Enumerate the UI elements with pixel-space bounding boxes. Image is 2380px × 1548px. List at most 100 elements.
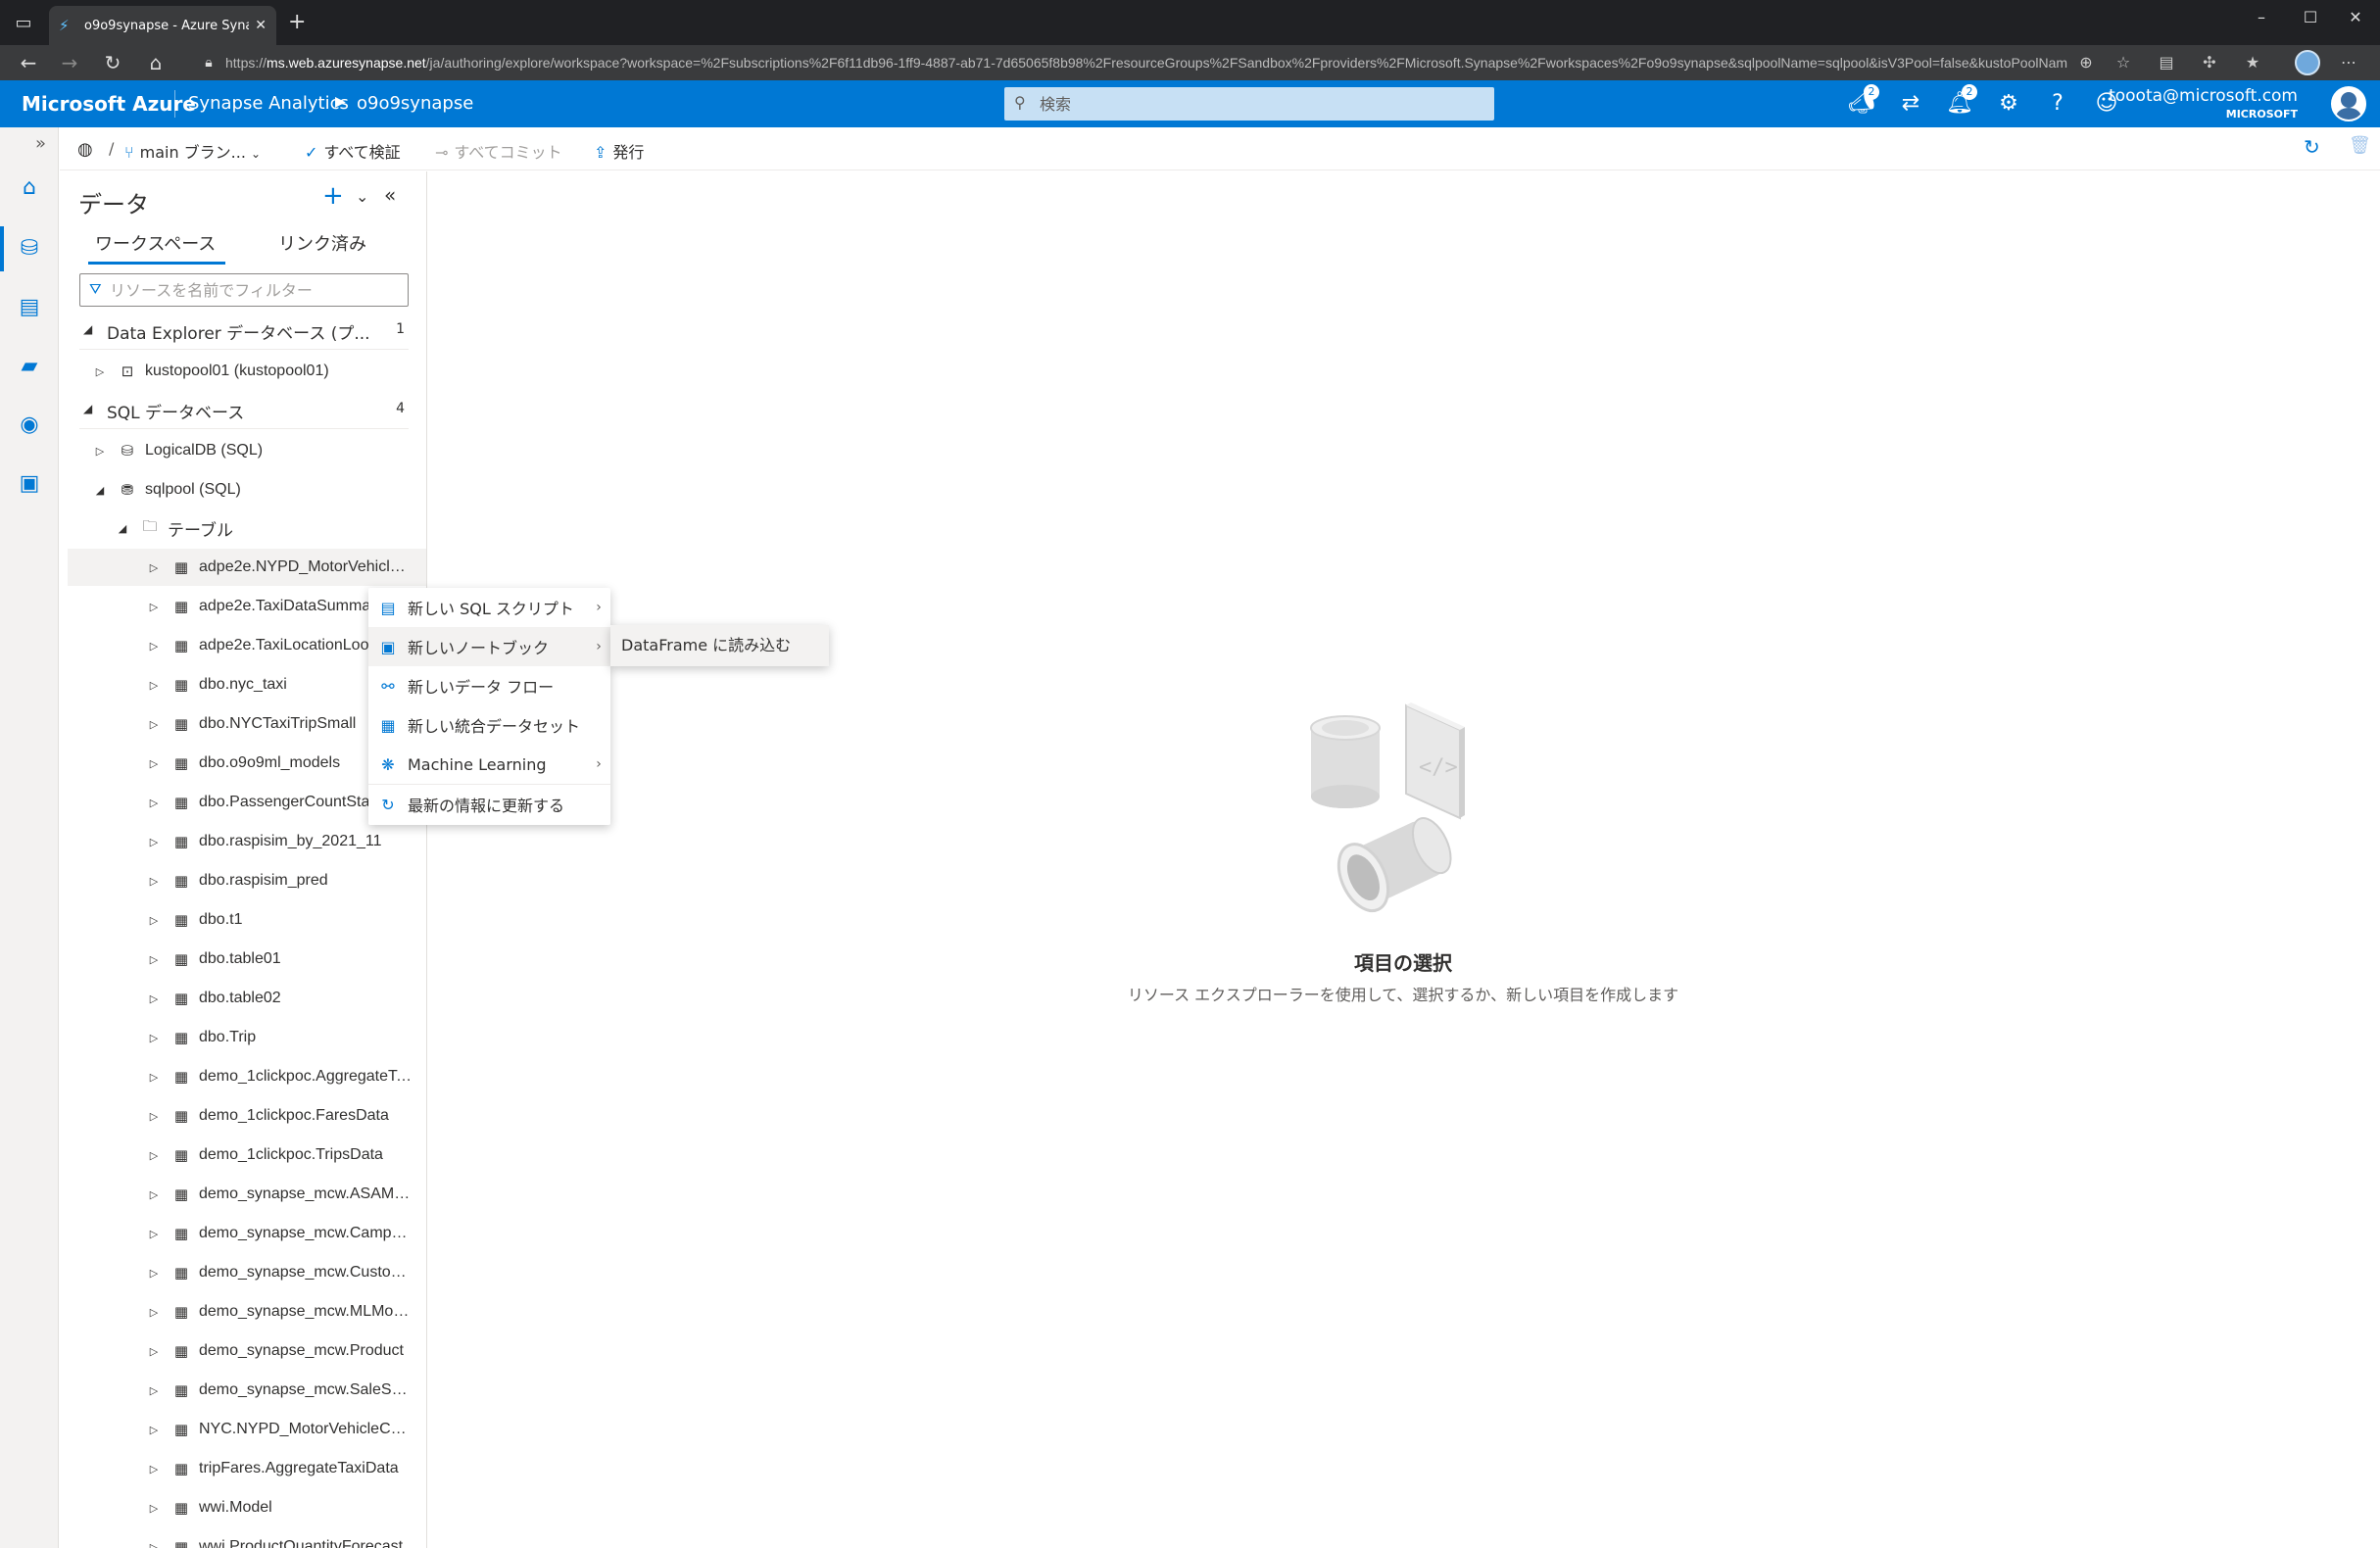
caret-collapsed-icon[interactable]: ▷ [146,561,162,574]
menu-item-refresh[interactable]: ↻ 最新の情報に更新する [368,785,610,824]
filter-box[interactable]: ⛛ [79,273,409,307]
back-icon[interactable]: ← [16,50,41,75]
favorites-icon[interactable]: ★ [2242,53,2263,72]
menu-item-new-notebook[interactable]: ▣ 新しいノートブック › [368,627,610,666]
help-icon[interactable]: ? [2042,88,2073,120]
filter-input[interactable] [110,274,404,306]
table-row[interactable]: ▷ ▦ demo_1clickpoc.AggregateTaxiData [68,1058,426,1095]
maximize-icon[interactable]: ☐ [2291,8,2330,26]
caret-collapsed-icon[interactable]: ▷ [146,718,162,731]
tree-item-sqlpool[interactable]: ◢ ⛃ sqlpool (SQL) [92,471,426,508]
service-name[interactable]: Synapse Analytics [188,93,349,114]
collapse-pane-icon[interactable]: « [384,183,396,207]
data-hub-icon[interactable]: ⛁ [14,233,45,265]
collapse-all-icon[interactable]: ⌄ [356,187,368,206]
caret-collapsed-icon[interactable]: ▷ [146,1306,162,1319]
discard-icon[interactable]: 🗑︎ [2349,135,2371,156]
caret-collapsed-icon[interactable]: ▷ [146,1345,162,1358]
table-row[interactable]: ▷ ▦ tripFares.AggregateTaxiData [68,1450,426,1487]
caret-collapsed-icon[interactable]: ▷ [146,1463,162,1475]
new-tab-icon[interactable]: + [288,10,306,34]
add-resource-icon[interactable]: + [322,181,344,211]
menu-item-machine-learning[interactable]: ❋ Machine Learning › [368,745,610,784]
home-icon[interactable]: ⌂ [143,50,169,75]
table-row[interactable]: ▷ ▦ dbo.table02 [68,980,426,1017]
menu-item-new-integration-dataset[interactable]: ▦ 新しい統合データセット [368,705,610,745]
settings-gear-icon[interactable]: ⚙ [1993,88,2024,120]
expand-rail-icon[interactable]: » [35,133,46,154]
browser-profile-avatar[interactable] [2295,50,2320,75]
table-row[interactable]: ▷ ▦ wwi.Model [68,1489,426,1526]
branch-selector[interactable]: ⑂ main ブラン... ⌄ [124,139,261,163]
caret-collapsed-icon[interactable]: ▷ [146,679,162,692]
reload-icon[interactable]: ↻ [100,50,125,75]
table-row[interactable]: ▷ ▦ demo_synapse_mcw.SaleSmall [68,1372,426,1409]
add-favorite-icon[interactable]: ☆ [2113,53,2134,72]
zoom-icon[interactable]: ⊕ [2075,53,2097,72]
tree-item-logicaldb[interactable]: ▷ ⛁ LogicalDB (SQL) [92,432,426,469]
table-row[interactable]: ▷ ▦ dbo.Trip [68,1019,426,1056]
browser-tab[interactable]: ⚡ o9o9synapse - Azure Synapse Ana ✕ [49,6,276,45]
caret-collapsed-icon[interactable]: ▷ [146,1149,162,1162]
caret-collapsed-icon[interactable]: ▷ [146,1110,162,1123]
caret-collapsed-icon[interactable]: ▷ [146,1071,162,1084]
caret-collapsed-icon[interactable]: ▷ [146,797,162,809]
caret-collapsed-icon[interactable]: ▷ [146,836,162,848]
table-row[interactable]: ▷ ▦ demo_synapse_mcw.CustomerInfo [68,1254,426,1291]
close-window-icon[interactable]: ✕ [2336,8,2375,26]
develop-hub-icon[interactable]: ▤ [14,292,45,323]
caret-collapsed-icon[interactable]: ▷ [146,1424,162,1436]
table-row[interactable]: ▷ ▦ adpe2e.NYPD_MotorVehicleCollisions [68,549,426,586]
integrate-hub-icon[interactable]: ▰ [14,351,45,382]
directory-switch-icon[interactable]: ⇄ [1895,88,1926,120]
tree-item-kustopool[interactable]: ▷ ⊡ kustopool01 (kustopool01) [92,353,426,390]
tab-actions-icon[interactable]: ▭ [12,12,35,35]
table-row[interactable]: ▷ ▦ NYC.NYPD_MotorVehicleCollisions [68,1411,426,1448]
menu-item-new-data-flow[interactable]: ⚯ 新しいデータ フロー [368,666,610,705]
caret-collapsed-icon[interactable]: ▷ [146,1384,162,1397]
publish-button[interactable]: ⇪ 発行 [594,139,644,163]
minimize-icon[interactable]: – [2242,8,2281,26]
table-row[interactable]: ▷ ▦ wwi.ProductQuantityForecast [68,1528,426,1548]
lock-icon[interactable]: 🔒︎ [196,50,221,75]
caret-collapsed-icon[interactable]: ▷ [146,953,162,966]
workspace-name[interactable]: o9o9synapse [357,93,473,114]
github-icon[interactable]: ◍ [77,139,93,160]
caret-collapsed-icon[interactable]: ▷ [146,757,162,770]
caret-collapsed-icon[interactable]: ▷ [146,914,162,927]
caret-collapsed-icon[interactable]: ▷ [146,875,162,888]
search-box[interactable]: ⚲ [1004,87,1494,121]
menu-item-new-sql-script[interactable]: ▤ 新しい SQL スクリプト › [368,588,610,627]
url-field[interactable]: https://ms.web.azuresynapse.net/ja/autho… [225,48,2067,77]
table-row[interactable]: ▷ ▦ demo_synapse_mcw.MLModel [68,1293,426,1330]
caret-collapsed-icon[interactable]: ▷ [146,1267,162,1280]
commit-all-button[interactable]: ⊸ すべてコミット [435,139,562,163]
caret-collapsed-icon[interactable]: ▷ [146,992,162,1005]
announcements-icon[interactable]: 📣︎ 2 [1846,84,1879,120]
table-row[interactable]: ▷ ▦ demo_synapse_mcw.ASAMCWMLModelExt [68,1176,426,1213]
tree-folder-tables[interactable]: ◢ 🗀︎ テーブル [115,509,426,547]
caret-collapsed-icon[interactable]: ▷ [146,1541,162,1548]
caret-collapsed-icon[interactable]: ▷ [146,1188,162,1201]
manage-hub-icon[interactable]: ▣ [14,468,45,500]
submenu-item-load-to-dataframe[interactable]: DataFrame に読み込む [610,625,829,666]
extensions-puzzle-icon[interactable]: ✣ [2199,53,2220,72]
tab-workspace[interactable]: ワークスペース [95,230,216,256]
section-data-explorer-databases[interactable]: ◢ Data Explorer データベース (プ... 1 [79,311,409,350]
search-input[interactable] [1040,87,1481,121]
user-email[interactable]: tooota@microsoft.com [2109,86,2298,106]
table-row[interactable]: ▷ ▦ dbo.t1 [68,901,426,939]
table-row[interactable]: ▷ ▦ demo_synapse_mcw.CampaignAnalytics [68,1215,426,1252]
caret-collapsed-icon[interactable]: ▷ [146,601,162,613]
section-sql-databases[interactable]: ◢ SQL データベース 4 [79,390,409,429]
caret-collapsed-icon[interactable]: ▷ [146,1502,162,1515]
caret-collapsed-icon[interactable]: ▷ [146,1032,162,1044]
monitor-hub-icon[interactable]: ◉ [14,410,45,441]
close-tab-icon[interactable]: ✕ [255,18,267,33]
extension-icon[interactable]: ▤ [2156,53,2177,72]
table-row[interactable]: ▷ ▦ demo_1clickpoc.TripsData [68,1137,426,1174]
validate-all-button[interactable]: ✓ すべて検証 [305,139,401,163]
tab-linked[interactable]: リンク済み [278,230,366,256]
browser-menu-icon[interactable]: ⋯ [2338,53,2359,72]
table-row[interactable]: ▷ ▦ demo_synapse_mcw.Product [68,1332,426,1370]
